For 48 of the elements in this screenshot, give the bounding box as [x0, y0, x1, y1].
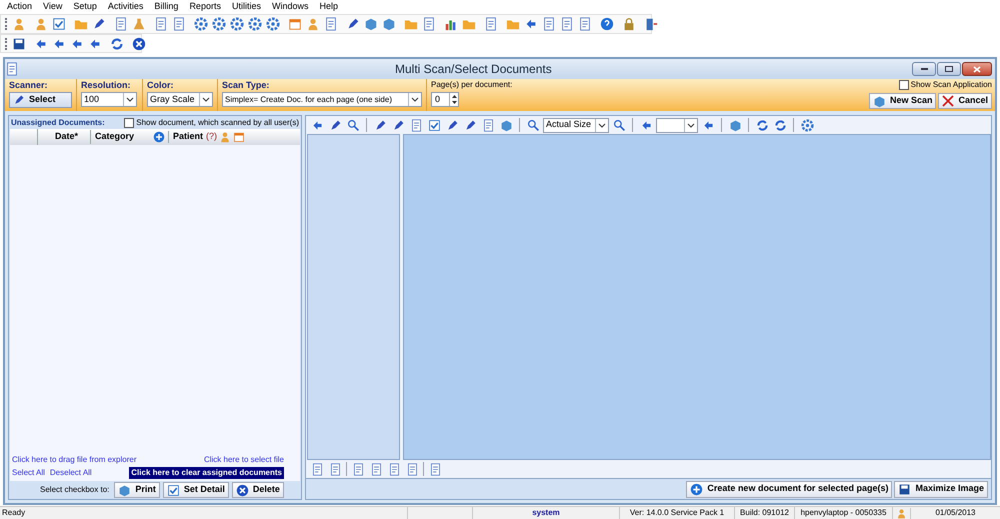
status-build: Build: 091012 — [735, 507, 795, 519]
menu-item[interactable]: Utilities — [232, 0, 261, 14]
show-scan-application-option[interactable]: Show Scan Application — [898, 79, 992, 91]
menu-item[interactable]: Help — [319, 0, 338, 14]
dropdown[interactable]: Simplex= Create Doc. for each page (one side) — [222, 92, 422, 107]
menu-item[interactable]: Reports — [189, 0, 221, 14]
column-hint: (?) — [205, 130, 218, 144]
field-label: Page(s) per document: — [431, 79, 514, 91]
select-button[interactable]: Select — [9, 92, 72, 108]
deselect-all-link[interactable]: Deselect All — [50, 467, 92, 479]
cancel-button[interactable]: Cancel — [938, 93, 992, 109]
show-all-users-option[interactable]: Show document, which scanned by all user(s) — [124, 116, 299, 128]
dropdown[interactable]: 100 — [81, 92, 137, 107]
status-version: Ver: 14.0.0 Service Pack 1 — [620, 507, 735, 519]
column-header: Category — [94, 130, 136, 144]
column-header: Patient — [172, 130, 204, 144]
scan-button[interactable]: New Scan — [868, 93, 936, 109]
panel-title: Unassigned Documents: — [11, 116, 105, 128]
select-file-link[interactable]: Click here to select file — [204, 454, 284, 466]
field-label: Scanner: — [9, 79, 49, 91]
action-label: Select checkbox to: — [40, 484, 110, 496]
select-all-link[interactable]: Select All — [12, 467, 45, 479]
menu-item[interactable]: Windows — [272, 0, 308, 14]
field-label: Resolution: — [81, 79, 132, 91]
dropdown[interactable]: Gray Scale — [147, 92, 213, 107]
menu-item[interactable]: View — [43, 0, 62, 14]
menu-item[interactable]: Action — [7, 0, 32, 14]
create-button[interactable]: Create new document for selected page(s) — [686, 480, 892, 498]
menu-item[interactable]: Activities — [108, 0, 144, 14]
delete-button[interactable]: Delete — [232, 482, 284, 498]
status-message: Ready — [0, 507, 408, 519]
field-label: Color: — [147, 79, 174, 91]
menu-item[interactable]: Setup — [73, 0, 97, 14]
status-date: 01/05/2013 — [934, 507, 977, 519]
pages-spinner[interactable]: 0 — [431, 92, 459, 107]
dropdown[interactable]: Actual Size — [543, 118, 609, 132]
clear-documents-button[interactable]: Click here to clear assigned documents — [129, 467, 284, 479]
column-header: Date* — [38, 130, 91, 144]
status-machine: hpenvylaptop - 0050335 — [795, 507, 893, 519]
document-list[interactable]: Click here to drag file from explorer Click here to select file Select All Deselect All Click here to clear assigned documents — [10, 145, 300, 481]
print-button[interactable]: Print — [114, 482, 160, 498]
field-label: Scan Type: — [222, 79, 270, 91]
drag-file-link[interactable]: Click here to drag file from explorer — [12, 454, 136, 466]
detail-button[interactable]: Set Detail — [162, 482, 229, 498]
menu-item[interactable]: Billing — [154, 0, 178, 14]
status-user: system — [532, 507, 560, 519]
window-title: Multi Scan/Select Documents — [395, 61, 552, 78]
maximize-button[interactable]: Maximize Image — [894, 480, 988, 498]
